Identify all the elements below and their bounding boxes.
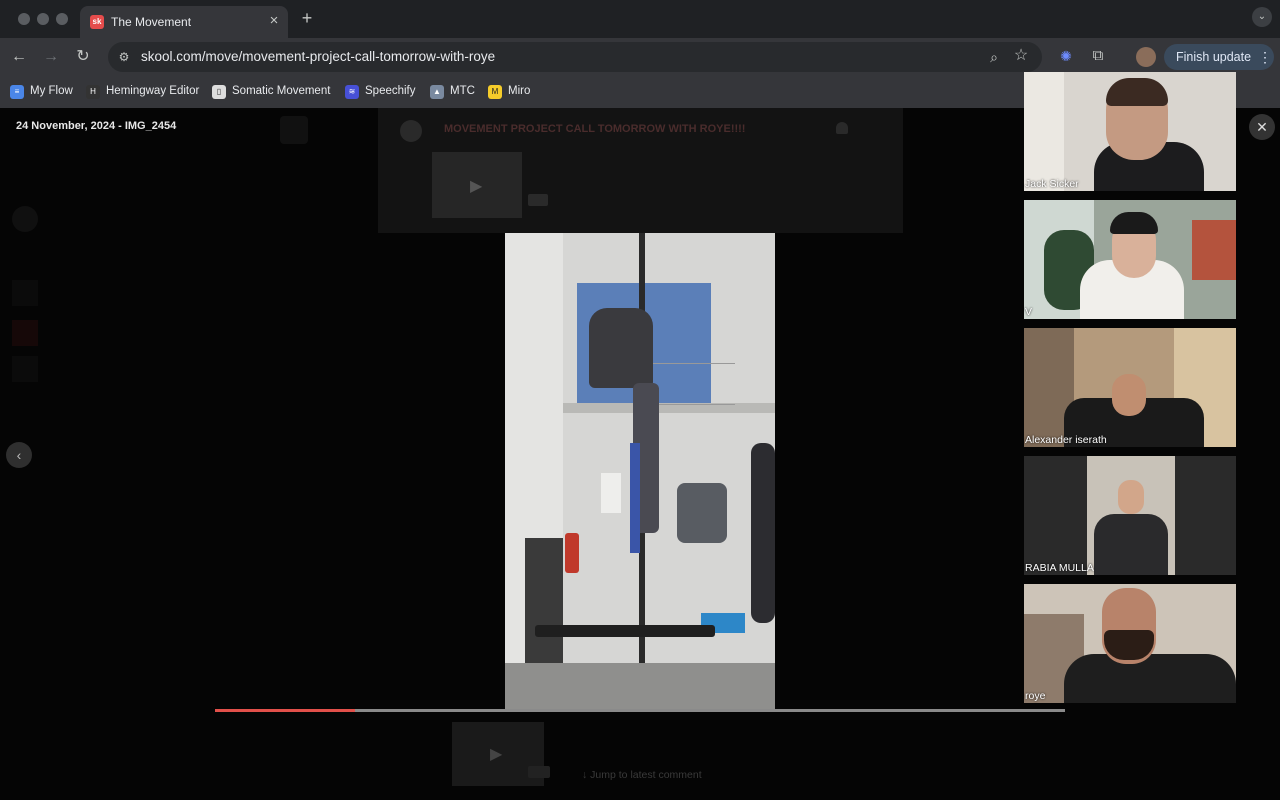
bookmark-my-flow[interactable]: ≡ My Flow — [10, 82, 78, 102]
tab-title: The Movement — [111, 15, 192, 29]
participant-name: Jack Sicker — [1025, 178, 1079, 190]
bookmark-label: Speechify — [365, 85, 416, 97]
close-window-dot[interactable] — [18, 13, 30, 25]
participant-tile[interactable]: V — [1024, 200, 1236, 319]
participant-tile[interactable]: Alexander iserath — [1024, 328, 1236, 447]
media-caption: 24 November, 2024 - IMG_2454 — [16, 120, 177, 132]
doc-icon: ≡ — [10, 85, 24, 99]
bookmark-star-icon[interactable]: ☆ — [1012, 47, 1030, 65]
bookmark-label: My Flow — [30, 85, 73, 97]
participant-name: RABIA MULLA — [1025, 562, 1094, 574]
close-lightbox-button[interactable]: ✕ — [1249, 114, 1275, 140]
browser-toolbar: ← → ↻ ⚙ skool.com/move/movement-project-… — [0, 38, 1280, 76]
dimmed-sidebar-item — [12, 320, 38, 346]
tab-search-chevron-icon[interactable]: ⌄ — [1252, 7, 1272, 27]
bookmark-label: Hemingway Editor — [106, 85, 200, 97]
jump-to-latest-comment-link[interactable]: ↓ Jump to latest comment — [582, 769, 702, 781]
minimize-window-dot[interactable] — [37, 13, 49, 25]
speechify-icon: ≋ — [345, 85, 359, 99]
author-avatar — [400, 120, 422, 142]
page-icon: ▯ — [212, 85, 226, 99]
dimmed-background-post: MOVEMENT PROJECT CALL TOMORROW WITH ROYE… — [378, 108, 903, 233]
tab-strip: sk The Movement × + ⌄ — [0, 0, 1280, 38]
bookmark-miro[interactable]: M Miro — [488, 82, 536, 102]
dimmed-duration-badge — [528, 766, 550, 778]
back-arrow-icon[interactable]: ← — [8, 46, 30, 68]
bookmark-speechify[interactable]: ≋ Speechify — [345, 82, 421, 102]
participant-name: V — [1025, 306, 1033, 318]
bell-icon — [836, 122, 848, 134]
jump-to-latest-label: Jump to latest comment — [590, 769, 702, 781]
close-tab-icon[interactable]: × — [266, 13, 282, 29]
participant-tile[interactable]: Jack Sicker — [1024, 72, 1236, 191]
zoom-icon[interactable]: ⌕ — [985, 48, 1003, 66]
finish-update-button[interactable]: Finish update ⋮ — [1164, 44, 1274, 70]
maximize-window-dot[interactable] — [56, 13, 68, 25]
site-info-icon[interactable]: ⚙ — [116, 49, 132, 65]
skool-favicon-icon: sk — [90, 15, 104, 29]
reload-icon[interactable]: ↻ — [72, 46, 94, 68]
bookmark-label: Miro — [508, 85, 531, 97]
bookmark-somatic-movement[interactable]: ▯ Somatic Movement — [212, 82, 336, 102]
duration-badge — [528, 194, 548, 206]
forward-arrow-icon[interactable]: → — [40, 46, 62, 68]
new-tab-icon[interactable]: + — [298, 9, 316, 27]
bookmark-label: MTC — [450, 85, 475, 97]
address-bar[interactable]: ⚙ skool.com/move/movement-project-call-t… — [108, 42, 1042, 72]
bookmark-hemingway-editor[interactable]: H Hemingway Editor — [86, 82, 204, 102]
media-photo — [505, 233, 775, 711]
participant-name: Alexander iserath — [1025, 434, 1107, 446]
dimmed-sidebar-item — [12, 280, 38, 306]
miro-icon: M — [488, 85, 502, 99]
previous-media-button[interactable]: ‹ — [6, 442, 32, 468]
video-thumbnail: ▶ — [432, 152, 522, 218]
dimmed-community-logo — [280, 116, 308, 144]
extensions-puzzle-icon[interactable]: ⧉ — [1088, 46, 1108, 66]
participant-tile[interactable]: RABIA MULLA — [1024, 456, 1236, 575]
hemingway-icon: H — [86, 85, 100, 99]
play-icon: ▶ — [470, 178, 483, 195]
bookmark-label: Somatic Movement — [232, 85, 331, 97]
dimmed-avatar — [12, 206, 38, 232]
profile-avatar[interactable] — [1136, 47, 1156, 67]
finish-update-label: Finish update — [1176, 50, 1252, 64]
speechify-extension-icon[interactable]: ✺ — [1056, 46, 1076, 66]
mtc-icon: ▲ — [430, 85, 444, 99]
participant-name: roye — [1025, 690, 1046, 702]
url-text[interactable]: skool.com/move/movement-project-call-tom… — [141, 49, 495, 64]
play-icon: ▶ — [490, 746, 503, 763]
bookmark-mtc[interactable]: ▲ MTC — [430, 82, 478, 102]
more-options-icon[interactable]: ⋮ — [1258, 49, 1272, 66]
video-progress-bar[interactable] — [215, 709, 1065, 712]
dimmed-sidebar-item — [12, 356, 38, 382]
browser-tab[interactable]: sk The Movement × — [80, 6, 288, 38]
video-progress-fill — [215, 709, 356, 712]
post-title: MOVEMENT PROJECT CALL TOMORROW WITH ROYE… — [444, 123, 746, 135]
participant-tile[interactable]: roye — [1024, 584, 1236, 703]
